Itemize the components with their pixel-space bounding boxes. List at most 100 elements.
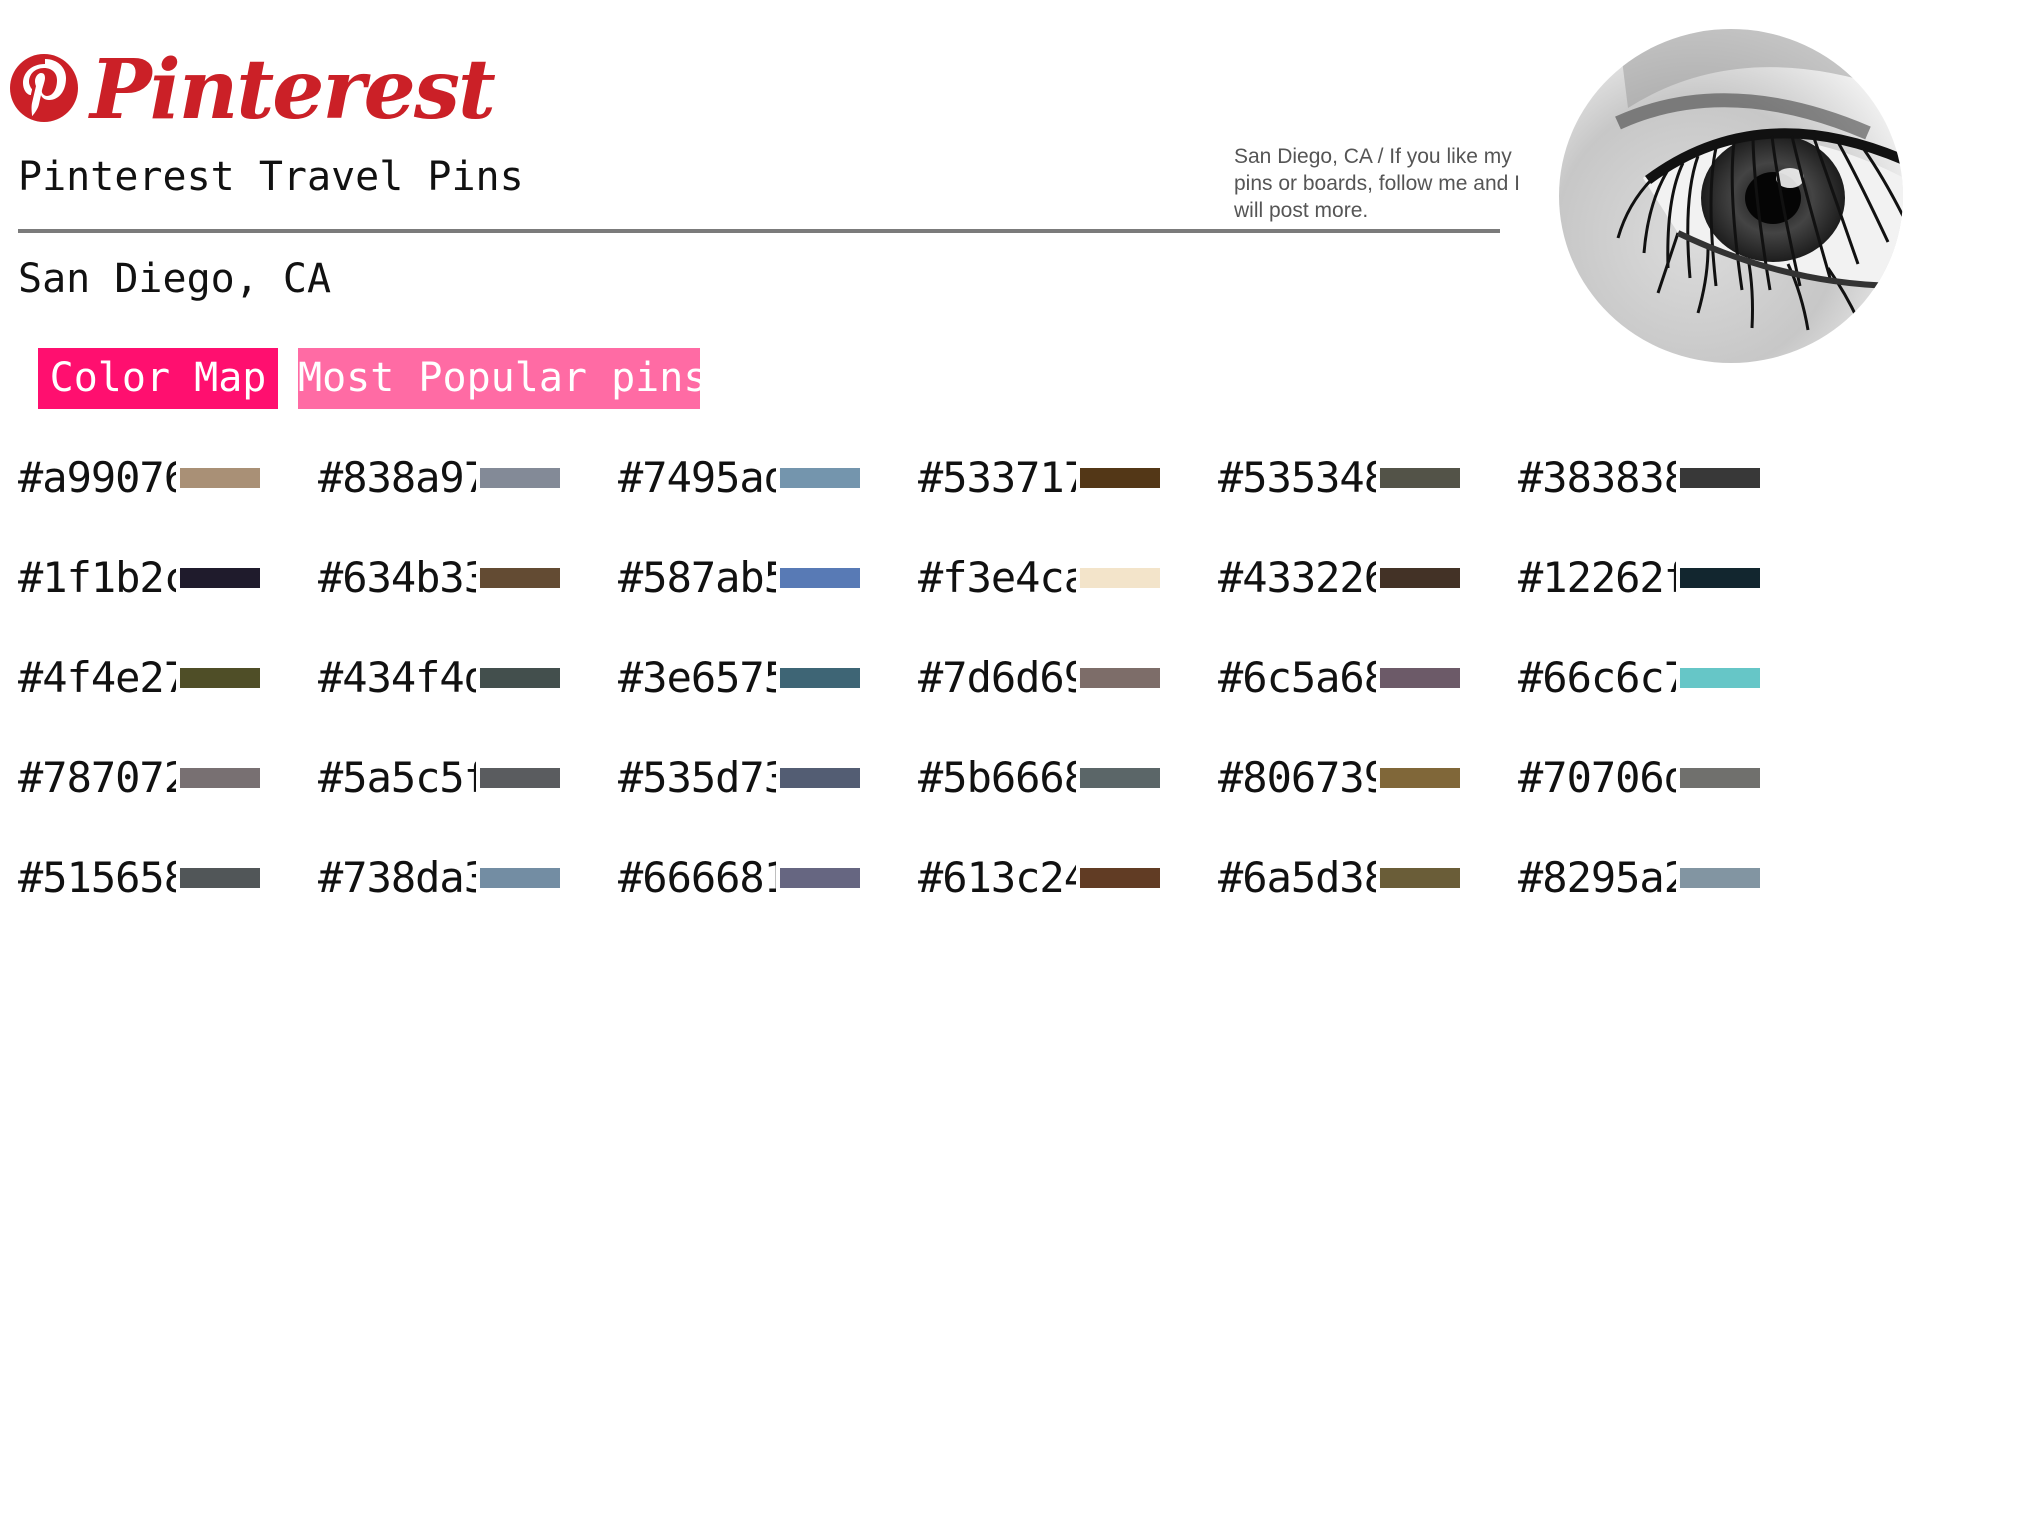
location-text: San Diego, CA: [18, 256, 332, 302]
color-swatch-chip: [780, 568, 860, 588]
color-swatch-label: #8295a2: [1518, 853, 1676, 902]
color-swatch-chip: [180, 868, 260, 888]
color-swatch-label: #1f1b2c: [18, 553, 176, 602]
color-swatch-label: #634b33: [318, 553, 476, 602]
color-swatch-label: #3e6575: [618, 653, 776, 702]
color-swatch-label: #533717: [918, 453, 1076, 502]
color-swatch: #787072: [18, 750, 318, 806]
color-swatch: #666681: [618, 850, 918, 906]
color-swatch: #806739: [1218, 750, 1518, 806]
color-swatch: #5a5c5f: [318, 750, 618, 806]
tab-color-map[interactable]: Color Map: [38, 348, 278, 409]
color-swatch-label: #613c24: [918, 853, 1076, 902]
color-swatch-chip: [1380, 768, 1460, 788]
color-swatch-label: #f3e4ca: [918, 553, 1076, 602]
color-swatch-label: #383838: [1518, 453, 1676, 502]
color-swatch-chip: [1380, 668, 1460, 688]
color-swatch-chip: [480, 668, 560, 688]
color-swatch: #a99076: [18, 450, 318, 506]
color-swatch-label: #738da3: [318, 853, 476, 902]
color-swatch-label: #66c6c7: [1518, 653, 1676, 702]
profile-bio: San Diego, CA / If you like my pins or b…: [1234, 145, 1520, 222]
color-swatch: #3e6575: [618, 650, 918, 706]
color-swatch: #383838: [1518, 450, 1818, 506]
color-swatch-label: #535348: [1218, 453, 1376, 502]
color-swatch-chip: [1080, 768, 1160, 788]
color-swatch-label: #587ab5: [618, 553, 776, 602]
pinterest-logo[interactable]: Pinterest: [8, 40, 496, 140]
color-swatch-chip: [180, 468, 260, 488]
color-swatch-label: #6a5d38: [1218, 853, 1376, 902]
color-swatch-chip: [1080, 668, 1160, 688]
color-swatch-chip: [180, 668, 260, 688]
color-swatch-chip: [480, 768, 560, 788]
color-swatch-label: #6c5a68: [1218, 653, 1376, 702]
color-swatch-label: #4f4e27: [18, 653, 176, 702]
color-swatch: #5b6668: [918, 750, 1218, 806]
color-swatch-label: #806739: [1218, 753, 1376, 802]
color-swatch: #66c6c7: [1518, 650, 1818, 706]
color-swatch: #434f4d: [318, 650, 618, 706]
color-swatch-label: #7d6d69: [918, 653, 1076, 702]
color-swatch-chip: [780, 668, 860, 688]
color-swatch-chip: [480, 868, 560, 888]
color-swatch: #8295a2: [1518, 850, 1818, 906]
color-swatch-label: #12262f: [1518, 553, 1676, 602]
color-swatch: #6c5a68: [1218, 650, 1518, 706]
color-swatch-chip: [180, 568, 260, 588]
color-swatch-chip: [1380, 468, 1460, 488]
color-swatch: #515658: [18, 850, 318, 906]
color-swatch: #7495ad: [618, 450, 918, 506]
color-swatch-label: #666681: [618, 853, 776, 902]
color-swatch-chip: [480, 568, 560, 588]
header-divider: [18, 229, 1500, 233]
color-swatch-chip: [480, 468, 560, 488]
color-swatch: #70706d: [1518, 750, 1818, 806]
color-swatch-chip: [180, 768, 260, 788]
color-swatch-label: #a99076: [18, 453, 176, 502]
color-swatch-label: #5b6668: [918, 753, 1076, 802]
color-swatch: #1f1b2c: [18, 550, 318, 606]
color-swatch-chip: [1680, 768, 1760, 788]
color-swatch-chip: [1380, 868, 1460, 888]
color-swatch-chip: [780, 768, 860, 788]
color-swatch-label: #787072: [18, 753, 176, 802]
page-title: Pinterest Travel Pins: [18, 154, 524, 200]
color-swatch: #613c24: [918, 850, 1218, 906]
color-swatch-chip: [780, 868, 860, 888]
color-swatch-label: #515658: [18, 853, 176, 902]
color-swatch: #533717: [918, 450, 1218, 506]
color-swatch-chip: [1680, 468, 1760, 488]
color-swatch-label: #838a97: [318, 453, 476, 502]
color-swatch: #587ab5: [618, 550, 918, 606]
color-swatch-label: #5a5c5f: [318, 753, 476, 802]
color-swatch: #433226: [1218, 550, 1518, 606]
color-swatch: #4f4e27: [18, 650, 318, 706]
color-swatch-label: #434f4d: [318, 653, 476, 702]
color-swatch: #634b33: [318, 550, 618, 606]
color-swatch: #12262f: [1518, 550, 1818, 606]
color-swatch-chip: [1680, 668, 1760, 688]
pinterest-logo-icon: [10, 54, 78, 122]
color-swatch: #738da3: [318, 850, 618, 906]
color-swatch-label: #535d73: [618, 753, 776, 802]
tab-most-popular-pins[interactable]: Most Popular pins: [298, 348, 707, 409]
color-swatch-label: #70706d: [1518, 753, 1676, 802]
color-swatch-grid: #a99076 #838a97 #7495ad #533717 #535348 #3838…: [18, 450, 1818, 950]
color-swatch-chip: [780, 468, 860, 488]
color-swatch: #f3e4ca: [918, 550, 1218, 606]
color-swatch-label: #7495ad: [618, 453, 776, 502]
color-swatch-chip: [1380, 568, 1460, 588]
pinterest-wordmark: Pinterest: [90, 42, 496, 138]
color-swatch: #535d73: [618, 750, 918, 806]
color-swatch-label: #433226: [1218, 553, 1376, 602]
color-swatch: #6a5d38: [1218, 850, 1518, 906]
color-swatch: #838a97: [318, 450, 618, 506]
profile-avatar[interactable]: [1558, 28, 1904, 364]
color-swatch-chip: [1680, 568, 1760, 588]
color-swatch: #7d6d69: [918, 650, 1218, 706]
color-swatch-chip: [1080, 868, 1160, 888]
color-swatch-chip: [1680, 868, 1760, 888]
color-swatch-chip: [1080, 568, 1160, 588]
color-swatch: #535348: [1218, 450, 1518, 506]
